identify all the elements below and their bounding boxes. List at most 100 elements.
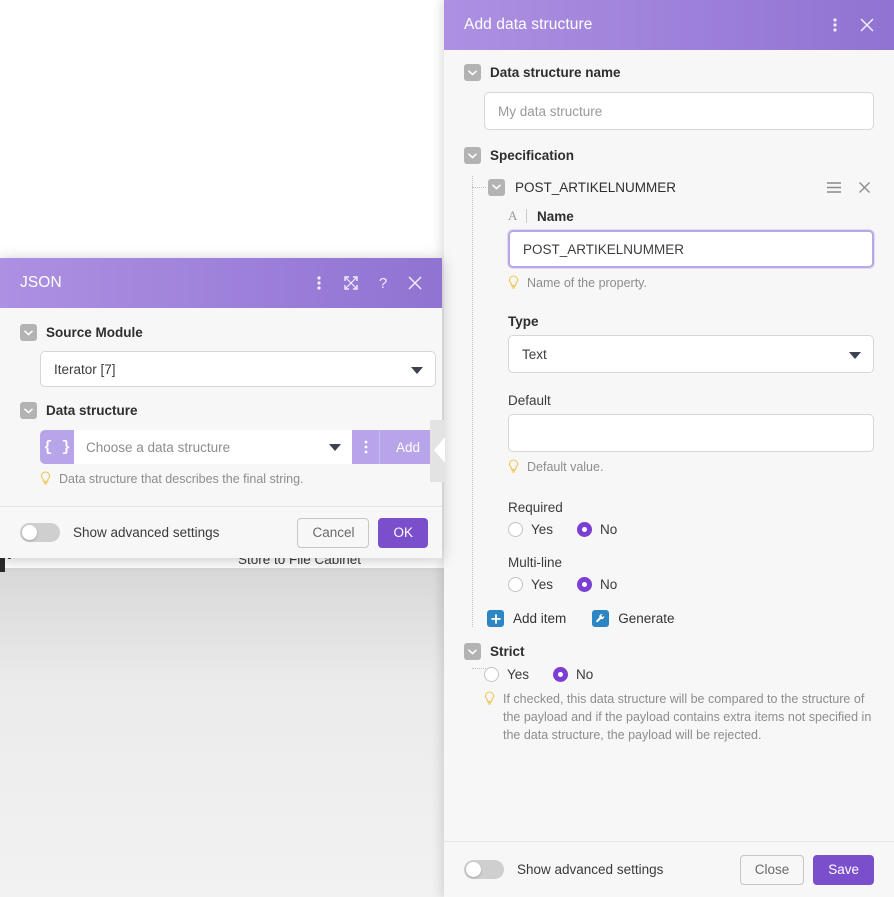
ds-panel-footer: Show advanced settings Close Save [444,841,894,897]
panel-collapse-handle[interactable] [434,437,445,463]
strict-hint-text: If checked, this data structure will be … [503,692,872,742]
required-radio-yes-label: Yes [531,522,554,537]
strict-radio-group: Yes No [484,667,874,682]
remove-icon[interactable] [854,177,874,197]
json-module-dialog: JSON ? Source Module Iterator [7] Data s… [0,258,442,558]
radio-indicator [577,522,593,537]
strict-radio-no-label: No [576,667,594,682]
chevron-down-icon[interactable] [20,402,37,419]
ds-name-input[interactable] [484,92,874,130]
name-field-input[interactable] [508,230,874,268]
name-field-block: A Name POST_ARTIKELNUMMER Name of the pr… [508,208,874,294]
source-module-header: Source Module [20,324,422,341]
close-icon[interactable] [402,270,428,296]
ds-name-section: Data structure name [444,64,894,130]
data-structure-kebab-menu[interactable] [352,430,380,464]
json-data-structure-header: Data structure [20,402,422,419]
drag-handle-icon[interactable] [824,177,844,197]
add-data-structure-button[interactable]: Add [380,430,436,464]
radio-indicator [553,667,569,682]
close-icon[interactable] [854,12,880,38]
source-module-section: Source Module Iterator [7] [20,324,436,387]
json-dialog-title: JSON [20,274,62,291]
specification-tree: POST_ARTIKELNUMMER A Name POST_ARTIKELNU… [464,176,874,669]
chevron-down-icon[interactable] [20,324,37,341]
json-dialog-footer: Show advanced settings Cancel OK [0,506,442,558]
toggle-knob [466,862,481,877]
json-dialog-header-icons: ? [306,270,428,296]
expand-icon[interactable] [338,270,364,296]
strict-radio-yes[interactable]: Yes [484,667,529,682]
multiline-radio-yes[interactable]: Yes [508,577,553,592]
ds-name-label: Data structure name [490,65,621,80]
lightbulb-icon [508,275,519,294]
multiline-radio-group: Yes No [508,577,874,592]
strict-radio-no[interactable]: No [553,667,593,682]
generate-button[interactable]: Generate [592,610,675,627]
json-dialog-header: JSON ? [0,258,442,308]
type-field-label: Type [508,314,539,329]
tree-vertical-line [472,176,473,627]
type-select-wrap: Text [508,335,874,373]
radio-indicator [508,577,523,592]
spec-item-header: POST_ARTIKELNUMMER [488,176,874,198]
chevron-down-icon[interactable] [488,178,505,196]
ds-panel-header-icons [822,12,880,38]
ds-panel-header: Add data structure [444,0,894,50]
source-module-select-wrap: Iterator [7] [40,351,436,387]
help-icon[interactable]: ? [370,270,396,296]
radio-indicator [508,522,523,537]
label-divider [526,209,527,223]
spec-actions: Add item Generate [487,610,874,627]
ds-name-section-header: Data structure name [464,64,874,81]
ds-advanced-settings-toggle[interactable] [464,860,504,879]
tree-branch-item [472,187,486,188]
required-radio-no[interactable]: No [577,522,617,537]
default-field-label: Default [508,393,551,408]
ok-button[interactable]: OK [378,517,428,548]
ds-panel-body: Data structure name Specification [444,50,894,841]
json-dialog-body: Source Module Iterator [7] Data structur… [0,308,442,506]
type-select[interactable]: Text [508,335,874,373]
multiline-radio-no[interactable]: No [577,577,617,592]
specification-label: Specification [490,148,575,163]
default-field-hint: Default value. [508,458,874,478]
data-structure-hint: Data structure that describes the final … [40,470,422,490]
source-module-select[interactable]: Iterator [7] [40,351,436,387]
chevron-down-icon[interactable] [464,64,481,81]
required-field-label: Required [508,500,563,515]
chevron-down-icon[interactable] [464,147,481,164]
multiline-radio-no-label: No [600,577,618,592]
close-button[interactable]: Close [739,854,805,885]
add-item-button[interactable]: Add item [487,610,566,627]
default-field-input[interactable] [508,414,874,452]
lightbulb-icon [40,471,51,490]
add-data-structure-panel: Add data structure Data structure name M… [444,0,894,897]
json-data-structure-section: Data structure { } Choose a data structu… [20,402,436,490]
chevron-down-icon [329,444,341,451]
cancel-button[interactable]: Cancel [297,517,370,548]
source-module-label: Source Module [46,325,143,340]
data-structure-select[interactable]: Choose a data structure [74,430,352,464]
required-radio-yes[interactable]: Yes [508,522,553,537]
name-field-label: Name [537,208,574,224]
default-field-hint-text: Default value. [527,460,604,474]
json-data-structure-label: Data structure [46,403,138,418]
json-footer-buttons: Cancel OK [297,517,428,548]
ds-footer-buttons: Close Save [739,854,874,885]
strict-hint: If checked, this data structure will be … [484,690,874,744]
name-field-hint: Name of the property. [508,274,874,294]
chevron-down-icon[interactable] [464,643,481,660]
braces-icon: { } [43,438,71,456]
json-advanced-settings-toggle[interactable] [20,523,60,542]
kebab-menu-icon[interactable] [306,270,332,296]
wrench-icon [592,610,610,627]
radio-indicator [484,667,499,682]
type-select-value: Text [522,346,547,362]
kebab-menu-icon[interactable] [822,12,848,38]
save-button[interactable]: Save [813,854,874,885]
spec-item-title: POST_ARTIKELNUMMER [515,179,677,195]
data-structure-combo: { } Choose a data structure Add [40,430,436,464]
ds-panel-title: Add data structure [464,16,593,33]
toggle-knob [22,525,37,540]
